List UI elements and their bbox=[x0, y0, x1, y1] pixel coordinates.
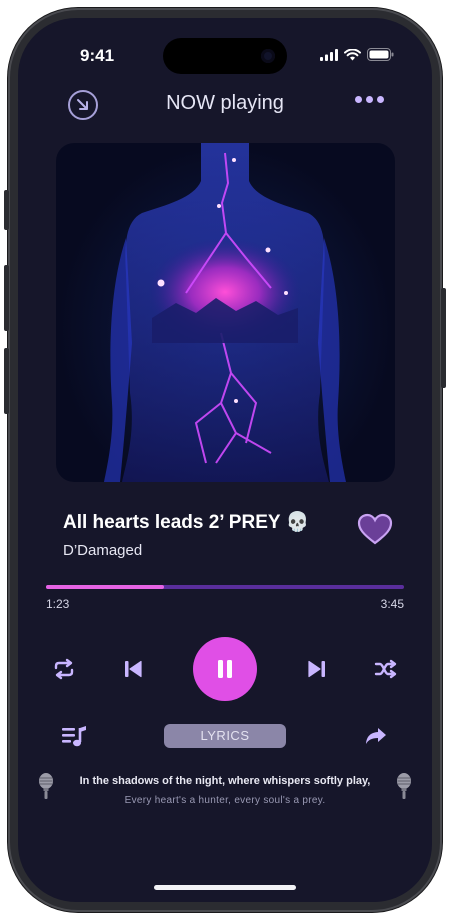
power-button bbox=[441, 288, 446, 388]
progress-fill bbox=[46, 585, 165, 589]
home-indicator[interactable] bbox=[154, 885, 296, 890]
heart-icon[interactable] bbox=[357, 512, 393, 548]
header: NOW playing bbox=[18, 88, 432, 128]
status-time: 9:41 bbox=[80, 46, 115, 65]
volume-down-button bbox=[4, 348, 9, 414]
shuffle-button[interactable] bbox=[373, 658, 399, 680]
action-button bbox=[4, 190, 9, 230]
album-artwork bbox=[56, 143, 395, 482]
more-dot-icon bbox=[366, 96, 373, 103]
status-icons bbox=[320, 48, 394, 61]
wifi-icon bbox=[344, 48, 361, 60]
microphone-icon bbox=[397, 773, 411, 799]
playlist-icon bbox=[62, 726, 86, 747]
lyrics-button[interactable]: LYRICS bbox=[164, 724, 286, 748]
lyric-line-next: Every heart's a hunter, every soul's a p… bbox=[124, 795, 326, 806]
queue-button[interactable] bbox=[60, 724, 88, 750]
battery-icon bbox=[367, 48, 394, 61]
next-button[interactable] bbox=[306, 658, 328, 680]
progress-bar[interactable] bbox=[46, 585, 404, 589]
status-bar: 9:41 bbox=[18, 18, 432, 74]
total-time: 3:45 bbox=[380, 597, 404, 611]
pause-button[interactable] bbox=[193, 637, 257, 701]
repeat-icon bbox=[54, 658, 74, 680]
repeat-button[interactable] bbox=[51, 658, 77, 680]
pause-icon bbox=[218, 660, 232, 678]
share-button[interactable] bbox=[364, 725, 388, 747]
volume-up-button bbox=[4, 265, 9, 331]
artwork-illustration bbox=[104, 143, 346, 482]
previous-icon bbox=[125, 660, 142, 678]
lyric-line-current: In the shadows of the night, where whisp… bbox=[79, 775, 371, 787]
elapsed-time: 1:23 bbox=[46, 597, 70, 611]
shuffle-icon bbox=[374, 659, 397, 679]
share-icon bbox=[366, 728, 386, 744]
more-dot-icon bbox=[355, 96, 362, 103]
more-button[interactable] bbox=[355, 96, 384, 103]
more-dot-icon bbox=[377, 96, 384, 103]
track-title: All hearts leads 2’ PREY 💀 bbox=[63, 512, 310, 533]
screen: 9:41 NOW playing All hearts leads 2’ PRE… bbox=[18, 18, 432, 902]
track-artist[interactable]: D’Damaged bbox=[63, 542, 142, 559]
camera-icon bbox=[261, 49, 275, 63]
dynamic-island bbox=[163, 38, 287, 74]
next-icon bbox=[308, 660, 325, 678]
previous-button[interactable] bbox=[122, 658, 144, 680]
signal-icon bbox=[320, 48, 338, 61]
